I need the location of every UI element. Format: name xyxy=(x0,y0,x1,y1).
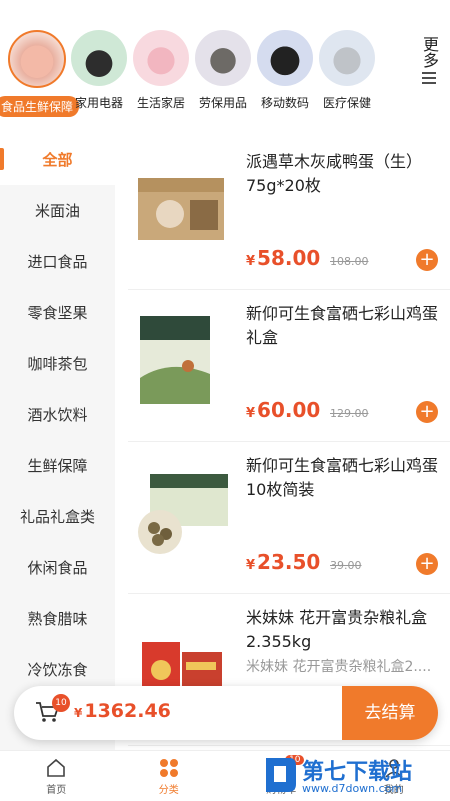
watermark-logo xyxy=(262,754,298,794)
digital-category-image xyxy=(257,30,313,86)
medical-category-image xyxy=(319,30,375,86)
category-label: 生活家居 xyxy=(137,94,185,111)
add-to-cart-button[interactable]: + xyxy=(416,553,438,575)
top-category-bar: 食品生鲜保障 家用电器 生活家居 劳保用品 移动数码 医疗保健 更多 xyxy=(0,0,450,134)
add-to-cart-button[interactable]: + xyxy=(416,249,438,271)
sidebar-item-drinks[interactable]: 酒水饮料 xyxy=(0,389,115,440)
category-appliances[interactable]: 家用电器 xyxy=(68,30,130,120)
original-price: 129.00 xyxy=(330,407,369,420)
original-price: 108.00 xyxy=(330,255,369,268)
cart-count-badge: 10 xyxy=(52,694,70,712)
sidebar-item-leisure-food[interactable]: 休闲食品 xyxy=(0,542,115,593)
original-price: 39.00 xyxy=(330,559,362,572)
category-label: 移动数码 xyxy=(261,94,309,111)
sidebar-item-label: 酒水饮料 xyxy=(27,404,87,425)
labor-category-image xyxy=(195,30,251,86)
menu-icon xyxy=(420,68,438,88)
product-name: 派遇草木灰咸鸭蛋（生）75g*20枚 xyxy=(246,150,441,198)
watermark-url: www.d7down.com xyxy=(302,782,402,795)
sidebar-item-imported-food[interactable]: 进口食品 xyxy=(0,236,115,287)
sidebar-item-fresh[interactable]: 生鲜保障 xyxy=(0,440,115,491)
sidebar-item-label: 全部 xyxy=(42,149,72,170)
cart-total: ¥1362.46 xyxy=(74,700,171,722)
product-card[interactable]: 新仰可生食富硒七彩山鸡蛋礼盒 ¥60.00 129.00 + xyxy=(128,290,450,442)
sidebar-item-label: 礼品礼盒类 xyxy=(20,506,95,527)
product-list: 派遇草木灰咸鸭蛋（生）75g*20枚 ¥58.00 108.00 + 新仰可生食… xyxy=(128,138,450,750)
sidebar-item-label: 休闲食品 xyxy=(27,557,87,578)
category-icon xyxy=(158,757,180,779)
sidebar-item-label: 米面油 xyxy=(35,200,80,221)
category-label: 劳保用品 xyxy=(199,94,247,111)
nav-label: 分类 xyxy=(159,781,179,796)
category-labor[interactable]: 劳保用品 xyxy=(192,30,254,120)
sidebar-item-rice-flour-oil[interactable]: 米面油 xyxy=(0,185,115,236)
cart-bar: 10 ¥1362.46 去结算 xyxy=(14,686,438,740)
product-price: ¥60.00 xyxy=(246,398,320,422)
home-icon xyxy=(45,757,67,779)
sidebar-item-coffee-tea[interactable]: 咖啡茶包 xyxy=(0,338,115,389)
product-image xyxy=(130,156,232,258)
category-food[interactable]: 食品生鲜保障 xyxy=(6,30,68,120)
nav-category[interactable]: 分类 xyxy=(113,751,226,801)
sidebar-item-all[interactable]: 全部 xyxy=(0,134,115,185)
appliance-category-image xyxy=(71,30,127,86)
product-card[interactable]: 新仰可生食富硒七彩山鸡蛋10枚简装 ¥23.50 39.00 + xyxy=(128,442,450,594)
product-price: ¥23.50 xyxy=(246,550,320,574)
sidebar-item-label: 熟食腊味 xyxy=(27,608,87,629)
product-price: ¥58.00 xyxy=(246,246,320,270)
checkout-button[interactable]: 去结算 xyxy=(342,686,438,740)
product-image xyxy=(130,460,232,562)
nav-label: 首页 xyxy=(46,781,66,796)
nav-home[interactable]: 首页 xyxy=(0,751,113,801)
sidebar-item-cured-food[interactable]: 熟食腊味 xyxy=(0,593,115,644)
category-medical[interactable]: 医疗保健 xyxy=(316,30,378,120)
watermark: 第七下载站 www.d7down.com xyxy=(262,752,442,798)
category-home[interactable]: 生活家居 xyxy=(130,30,192,120)
sidebar-item-label: 零食坚果 xyxy=(27,302,87,323)
product-card[interactable]: 派遇草木灰咸鸭蛋（生）75g*20枚 ¥58.00 108.00 + xyxy=(128,138,450,290)
sidebar-item-gift-boxes[interactable]: 礼品礼盒类 xyxy=(0,491,115,542)
product-name: 米妹妹 花开富贵杂粮礼盒2.355kg xyxy=(246,606,441,654)
category-label: 医疗保健 xyxy=(323,94,371,111)
product-name: 新仰可生食富硒七彩山鸡蛋10枚简装 xyxy=(246,454,441,502)
category-digital[interactable]: 移动数码 xyxy=(254,30,316,120)
category-strip: 食品生鲜保障 家用电器 生活家居 劳保用品 移动数码 医疗保健 xyxy=(6,30,416,120)
more-label: 更多 xyxy=(418,36,440,68)
sidebar-item-label: 咖啡茶包 xyxy=(27,353,87,374)
sidebar-item-label: 进口食品 xyxy=(27,251,87,272)
sidebar-item-label: 生鲜保障 xyxy=(27,455,87,476)
more-categories-button[interactable]: 更多 xyxy=(418,36,440,96)
product-name: 新仰可生食富硒七彩山鸡蛋礼盒 xyxy=(246,302,441,350)
home-category-image xyxy=(133,30,189,86)
sidebar-item-label: 冷饮冻食 xyxy=(27,659,87,680)
product-image xyxy=(130,308,232,410)
product-subtitle: 米妹妹 花开富贵杂粮礼盒2.... xyxy=(246,656,431,676)
sidebar-item-snacks-nuts[interactable]: 零食坚果 xyxy=(0,287,115,338)
add-to-cart-button[interactable]: + xyxy=(416,401,438,423)
category-sidebar: 全部 米面油 进口食品 零食坚果 咖啡茶包 酒水饮料 生鲜保障 礼品礼盒类 休闲… xyxy=(0,134,115,750)
category-label: 家用电器 xyxy=(75,94,123,111)
food-category-image xyxy=(8,30,66,88)
